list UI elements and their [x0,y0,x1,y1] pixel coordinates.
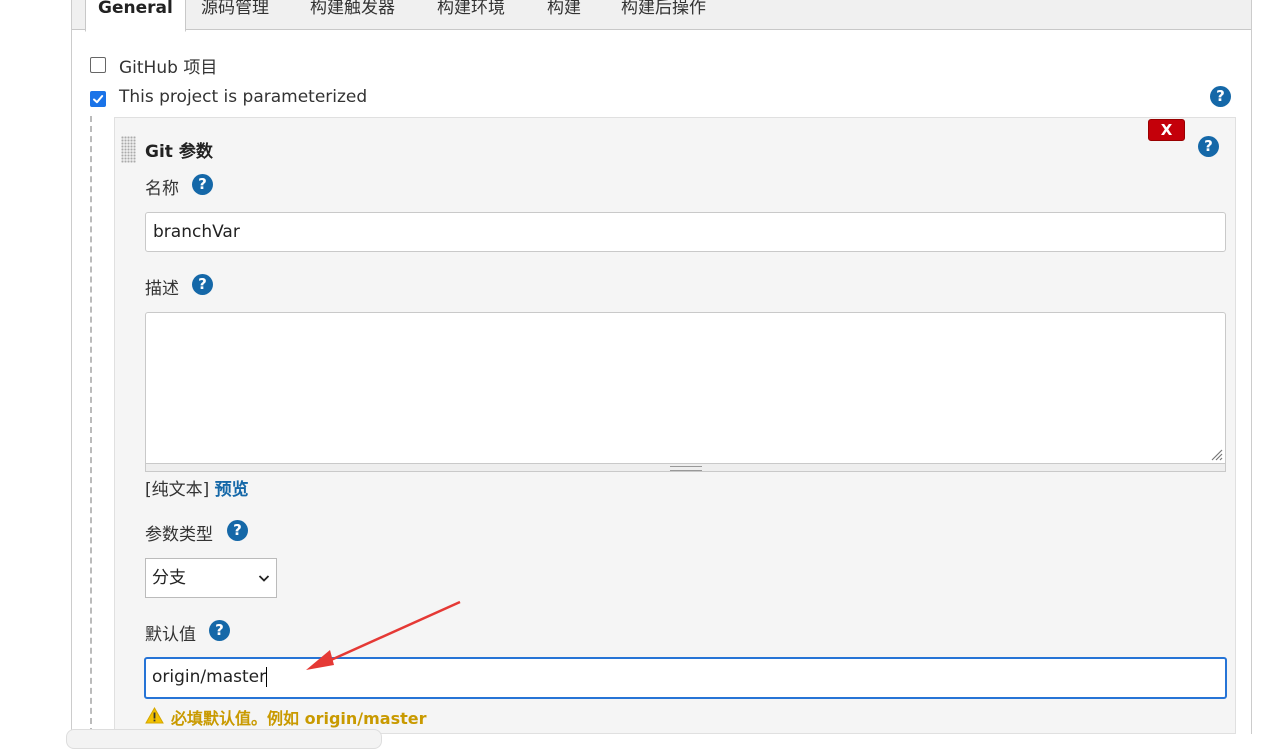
delete-parameter-button[interactable]: X [1148,119,1185,141]
description-label: 描述 [145,279,179,299]
parameter-indent-line [90,116,92,734]
description-textarea[interactable] [145,312,1226,464]
resize-grip-icon[interactable] [1209,447,1223,461]
default-value-text: origin/master [152,667,267,687]
parameter-title: Git 参数 [145,142,213,162]
github-project-checkbox[interactable] [90,57,106,73]
name-label: 名称 [145,179,179,199]
text-cursor [266,667,268,687]
default-value-help-icon[interactable]: ? [209,620,230,641]
parameter-help-icon[interactable]: ? [1198,136,1219,157]
name-help-icon[interactable]: ? [192,174,213,195]
description-help-icon[interactable]: ? [192,274,213,295]
parameterized-label: This project is parameterized [119,87,368,107]
tab-build[interactable]: 构建 [547,0,581,30]
tab-source-code-management[interactable]: 源码管理 [201,0,269,30]
default-value-warning: 必填默认值。例如 origin/master [171,709,427,728]
tab-build-triggers[interactable]: 构建触发器 [310,0,395,30]
parameter-type-help-icon[interactable]: ? [227,520,248,541]
warning-icon [145,707,164,724]
tab-general[interactable]: General [85,0,186,32]
bottom-toolbar [66,729,382,749]
name-input[interactable]: branchVar [145,212,1226,252]
parameter-type-value: 分支 [152,568,186,588]
default-value-label: 默认值 [145,625,196,645]
description-format-hint: [纯文本] 预览 [145,475,249,500]
parameter-type-select[interactable]: 分支 [145,558,277,598]
parameterized-help-icon[interactable]: ? [1210,86,1231,107]
github-project-label: GitHub 项目 [119,58,218,78]
plain-text-label: [纯文本] [145,480,210,500]
chevron-down-icon [258,575,270,582]
checkmark-icon [93,95,104,104]
preview-link[interactable]: 预览 [215,480,249,500]
parameterized-checkbox[interactable] [90,91,106,107]
drag-handle-icon[interactable] [121,136,136,163]
textarea-resize-bar[interactable] [145,463,1226,472]
annotation-arrow-icon [306,600,461,670]
tab-post-build-actions[interactable]: 构建后操作 [621,0,706,30]
parameter-type-label: 参数类型 [145,525,213,545]
tab-build-environment[interactable]: 构建环境 [437,0,505,30]
